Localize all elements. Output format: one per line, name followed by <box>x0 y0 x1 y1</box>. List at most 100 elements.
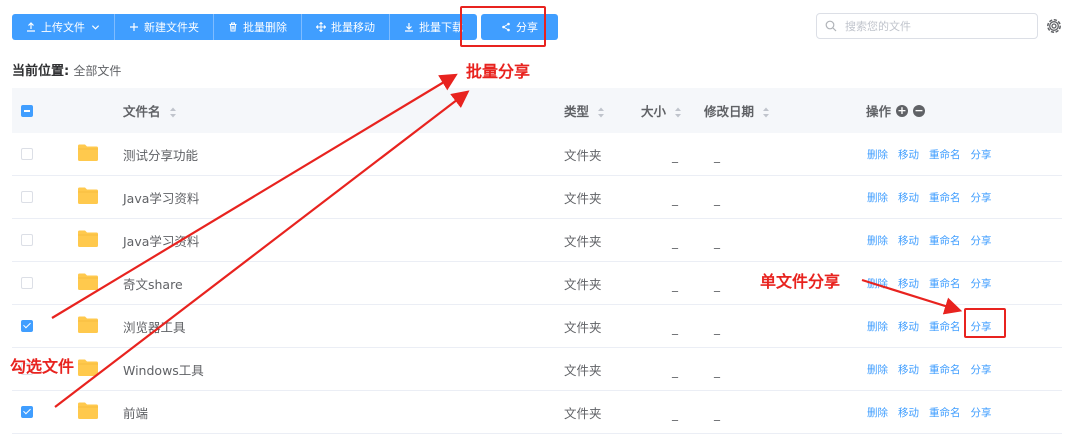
column-header-date[interactable]: 修改日期 <box>704 101 770 120</box>
column-size-label: 大小 <box>641 104 667 119</box>
file-date: _ <box>714 407 720 421</box>
row-checkbox[interactable] <box>21 277 33 289</box>
file-date: _ <box>714 278 720 292</box>
download-icon <box>405 23 413 32</box>
row-operations: 删除 移动 重命名 分享 <box>867 147 992 162</box>
rename-link[interactable]: 重命名 <box>929 190 961 205</box>
delete-link[interactable]: 删除 <box>867 233 888 248</box>
share-label: 分享 <box>516 21 538 34</box>
share-button[interactable]: 分享 <box>481 14 558 40</box>
trash-icon <box>229 22 237 32</box>
share-link[interactable]: 分享 <box>971 233 992 248</box>
breadcrumb-item-all-files[interactable]: 全部文件 <box>73 64 121 78</box>
file-type: 文件夹 <box>564 405 602 421</box>
rename-link[interactable]: 重命名 <box>929 233 961 248</box>
table-row[interactable]: 测试分享功能 文件夹 _ _ 删除 移动 重命名 分享 <box>12 133 1062 176</box>
column-ops-label: 操作 <box>866 104 892 119</box>
move-link[interactable]: 移动 <box>898 190 919 205</box>
file-size: _ <box>672 149 678 163</box>
batch-delete-button[interactable]: 批量删除 <box>214 14 302 40</box>
delete-link[interactable]: 删除 <box>867 319 888 334</box>
file-size: _ <box>672 278 678 292</box>
share-icon <box>502 22 510 32</box>
upload-button[interactable]: 上传文件 <box>12 14 115 40</box>
gear-icon[interactable] <box>1045 17 1063 35</box>
row-operations: 删除 移动 重命名 分享 <box>867 233 992 248</box>
annotation-select-files: 勾选文件 <box>10 357 75 376</box>
column-header-name[interactable]: 文件名 <box>123 101 177 120</box>
plus-icon <box>130 23 138 31</box>
row-checkbox[interactable] <box>21 148 33 160</box>
table-row[interactable]: Java学习资料 文件夹 _ _ 删除 移动 重命名 分享 <box>12 219 1062 262</box>
delete-link[interactable]: 删除 <box>867 405 888 420</box>
annotation-batch-share: 批量分享 <box>466 62 531 81</box>
file-table: 文件名 类型 大小 修改日期 操作 + − 测试分享功能 文件夹 _ _ 删除 … <box>12 88 1062 434</box>
expand-columns-icon[interactable]: + <box>896 104 909 117</box>
file-name[interactable]: Java学习资料 <box>123 231 199 250</box>
share-link[interactable]: 分享 <box>971 405 992 420</box>
file-name[interactable]: 测试分享功能 <box>123 145 198 164</box>
new-folder-button[interactable]: 新建文件夹 <box>115 14 214 40</box>
batch-move-button[interactable]: 批量移动 <box>302 14 390 40</box>
file-name[interactable]: 前端 <box>123 403 148 422</box>
column-header-type[interactable]: 类型 <box>564 101 605 120</box>
breadcrumb-label: 当前位置: <box>12 64 70 79</box>
file-name[interactable]: Java学习资料 <box>123 188 199 207</box>
table-row[interactable]: 前端 文件夹 _ _ 删除 移动 重命名 分享 <box>12 391 1062 434</box>
share-link[interactable]: 分享 <box>971 319 992 334</box>
search-input[interactable] <box>843 18 1027 34</box>
table-row[interactable]: Java学习资料 文件夹 _ _ 删除 移动 重命名 分享 <box>12 176 1062 219</box>
folder-icon <box>78 359 98 376</box>
row-checkbox[interactable] <box>21 191 33 203</box>
select-all-checkbox[interactable] <box>21 104 33 117</box>
batch-download-button[interactable]: 批量下载 <box>390 14 477 40</box>
share-link[interactable]: 分享 <box>971 147 992 162</box>
move-link[interactable]: 移动 <box>898 147 919 162</box>
row-checkbox[interactable] <box>21 406 33 418</box>
toolbar: 上传文件 新建文件夹 批量删除 批量移动 批量下载 分享 <box>12 14 558 40</box>
file-size: _ <box>672 321 678 335</box>
delete-link[interactable]: 删除 <box>867 276 888 291</box>
rename-link[interactable]: 重命名 <box>929 319 961 334</box>
move-link[interactable]: 移动 <box>898 405 919 420</box>
move-link[interactable]: 移动 <box>898 233 919 248</box>
upload-icon <box>27 22 35 32</box>
move-link[interactable]: 移动 <box>898 362 919 377</box>
delete-link[interactable]: 删除 <box>867 147 888 162</box>
move-link[interactable]: 移动 <box>898 276 919 291</box>
rename-link[interactable]: 重命名 <box>929 362 961 377</box>
new-folder-label: 新建文件夹 <box>144 21 199 34</box>
rename-link[interactable]: 重命名 <box>929 405 961 420</box>
move-link[interactable]: 移动 <box>898 319 919 334</box>
file-date: _ <box>714 235 720 249</box>
row-operations: 删除 移动 重命名 分享 <box>867 190 992 205</box>
file-name[interactable]: 奇文share <box>123 274 183 293</box>
table-row[interactable]: Windows工具 文件夹 _ _ 删除 移动 重命名 分享 <box>12 348 1062 391</box>
file-type: 文件夹 <box>564 190 602 206</box>
file-type: 文件夹 <box>564 233 602 249</box>
sort-icon <box>763 107 770 118</box>
chevron-down-icon <box>91 24 100 30</box>
file-type: 文件夹 <box>564 319 602 335</box>
table-row[interactable]: 奇文share 文件夹 _ _ 删除 移动 重命名 分享 <box>12 262 1062 305</box>
delete-link[interactable]: 删除 <box>867 190 888 205</box>
share-link[interactable]: 分享 <box>971 276 992 291</box>
file-size: _ <box>672 235 678 249</box>
delete-link[interactable]: 删除 <box>867 362 888 377</box>
rename-link[interactable]: 重命名 <box>929 147 961 162</box>
rename-link[interactable]: 重命名 <box>929 276 961 291</box>
share-link[interactable]: 分享 <box>971 362 992 377</box>
column-type-label: 类型 <box>564 104 590 119</box>
folder-icon <box>78 316 98 333</box>
file-name[interactable]: Windows工具 <box>123 360 204 379</box>
file-date: _ <box>714 192 720 206</box>
row-checkbox[interactable] <box>21 320 33 332</box>
column-header-size[interactable]: 大小 <box>641 101 682 120</box>
collapse-columns-icon[interactable]: − <box>913 104 926 117</box>
file-name[interactable]: 浏览器工具 <box>123 317 186 336</box>
row-checkbox[interactable] <box>21 234 33 246</box>
batch-download-label: 批量下载 <box>419 21 463 34</box>
folder-icon <box>78 230 98 247</box>
share-link[interactable]: 分享 <box>971 190 992 205</box>
table-row[interactable]: 浏览器工具 文件夹 _ _ 删除 移动 重命名 分享 <box>12 305 1062 348</box>
